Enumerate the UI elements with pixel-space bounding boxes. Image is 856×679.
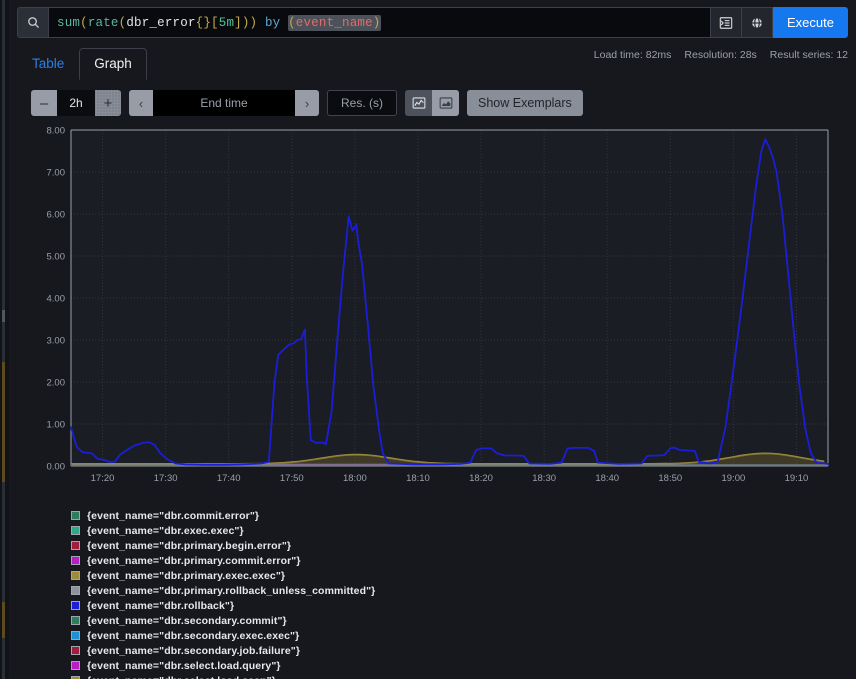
legend-item-label: {event_name="dbr.primary.begin.error"} [87,540,291,552]
legend-color-swatch [71,526,80,535]
legend-item[interactable]: {event_name="dbr.select.load.query"} [71,658,856,673]
svg-text:5.00: 5.00 [47,252,66,263]
svg-text:19:00: 19:00 [721,473,745,484]
show-exemplars-button[interactable]: Show Exemplars [467,90,583,116]
svg-text:8.00: 8.00 [47,126,66,137]
query-stats: Load time: 82ms Resolution: 28s Result s… [594,49,848,61]
stacked-area-chart-icon[interactable] [432,90,459,116]
svg-text:0.00: 0.00 [47,462,66,473]
legend-item[interactable]: {event_name="dbr.commit.error"} [71,508,856,523]
line-chart-icon[interactable] [405,90,432,116]
result-view-tabs: Table Graph Load time: 82ms Resolution: … [17,45,848,80]
legend-color-swatch [71,646,80,655]
svg-text:1.00: 1.00 [47,420,66,431]
legend-item-label: {event_name="dbr.secondary.exec.exec"} [87,630,299,642]
legend-item[interactable]: {event_name="dbr.secondary.job.failure"} [71,643,856,658]
legend-item[interactable]: {event_name="dbr.rollback"} [71,598,856,613]
legend-item[interactable]: {event_name="dbr.select.load.scan"} [71,673,856,679]
legend-item[interactable]: {event_name="dbr.secondary.exec.exec"} [71,628,856,643]
metrics-explorer-icon[interactable] [711,7,742,38]
range-value-input[interactable]: 2h [57,90,95,116]
legend-color-swatch [71,616,80,625]
range-increase-button[interactable]: + [95,90,121,116]
legend-item-label: {event_name="dbr.primary.commit.error"} [87,555,301,567]
time-range-stepper: – 2h + [31,90,121,116]
time-next-button[interactable]: › [295,90,319,116]
svg-text:17:40: 17:40 [217,473,241,484]
legend-color-swatch [71,661,80,670]
query-input[interactable]: sum(rate(dbr_error{}[5m])) by (event_nam… [48,7,711,38]
resolution-stat: Resolution: 28s [684,49,756,61]
resolution-input[interactable]: Res. (s) [327,90,397,116]
legend-color-swatch [71,571,80,580]
legend-color-swatch [71,511,80,520]
window-edge-strip [0,0,9,679]
graph-controls: – 2h + ‹ End time › Res. (s) [31,90,848,116]
legend-item[interactable]: {event_name="dbr.secondary.commit"} [71,613,856,628]
legend-item-label: {event_name="dbr.primary.exec.exec"} [87,570,285,582]
result-series-stat: Result series: 12 [770,49,848,61]
svg-text:2.00: 2.00 [47,378,66,389]
svg-text:19:10: 19:10 [785,473,809,484]
svg-text:18:50: 18:50 [658,473,682,484]
legend-color-swatch [71,601,80,610]
prometheus-expression-browser: sum(rate(dbr_error{}[5m])) by (event_nam… [9,0,856,679]
tab-graph[interactable]: Graph [79,48,147,80]
legend-color-swatch [71,631,80,640]
legend-item-label: {event_name="dbr.rollback"} [87,600,234,612]
legend-item-label: {event_name="dbr.secondary.commit"} [87,615,287,627]
legend-item[interactable]: {event_name="dbr.primary.commit.error"} [71,553,856,568]
svg-text:7.00: 7.00 [47,168,66,179]
svg-text:18:40: 18:40 [595,473,619,484]
svg-text:6.00: 6.00 [47,210,66,221]
tab-table[interactable]: Table [17,48,79,80]
legend-item-label: {event_name="dbr.secondary.job.failure"} [87,645,300,657]
svg-text:18:10: 18:10 [406,473,430,484]
svg-text:17:50: 17:50 [280,473,304,484]
legend-item-label: {event_name="dbr.primary.rollback_unless… [87,585,375,597]
end-time-picker: ‹ End time › [129,90,319,116]
execute-button[interactable]: Execute [773,7,848,38]
chart-type-toggle [405,90,459,116]
legend-item-label: {event_name="dbr.commit.error"} [87,510,259,522]
time-prev-button[interactable]: ‹ [129,90,153,116]
svg-text:17:20: 17:20 [91,473,115,484]
series-legend: {event_name="dbr.commit.error"} {event_na… [71,508,856,679]
end-time-input[interactable]: End time [153,90,295,116]
graph-plot[interactable]: 0.00 1.00 2.00 3.00 4.00 5.00 6.00 7.00 8.00 17:2… [31,124,834,494]
globe-clock-icon[interactable] [742,7,773,38]
legend-color-swatch [71,586,80,595]
svg-text:18:20: 18:20 [469,473,493,484]
legend-item[interactable]: {event_name="dbr.primary.exec.exec"} [71,568,856,583]
legend-item[interactable]: {event_name="dbr.exec.exec"} [71,523,856,538]
graph-svg[interactable]: 0.00 1.00 2.00 3.00 4.00 5.00 6.00 7.00 8.00 17:2… [31,124,834,494]
query-expression-text: sum(rate(dbr_error{}[5m])) by (event_nam… [57,16,381,30]
svg-text:18:30: 18:30 [532,473,556,484]
legend-item-label: {event_name="dbr.exec.exec"} [87,525,244,537]
legend-color-swatch [71,541,80,550]
load-time-stat: Load time: 82ms [594,49,672,61]
legend-item[interactable]: {event_name="dbr.primary.rollback_unless… [71,583,856,598]
query-bar: sum(rate(dbr_error{}[5m])) by (event_nam… [17,7,848,38]
legend-color-swatch [71,556,80,565]
legend-item-label: {event_name="dbr.select.load.scan"} [87,675,276,679]
range-decrease-button[interactable]: – [31,90,57,116]
search-icon[interactable] [17,7,48,38]
svg-text:18:00: 18:00 [343,473,367,484]
legend-item[interactable]: {event_name="dbr.primary.begin.error"} [71,538,856,553]
legend-item-label: {event_name="dbr.select.load.query"} [87,660,281,672]
svg-text:4.00: 4.00 [47,294,66,305]
svg-text:17:30: 17:30 [154,473,178,484]
svg-text:3.00: 3.00 [47,336,66,347]
